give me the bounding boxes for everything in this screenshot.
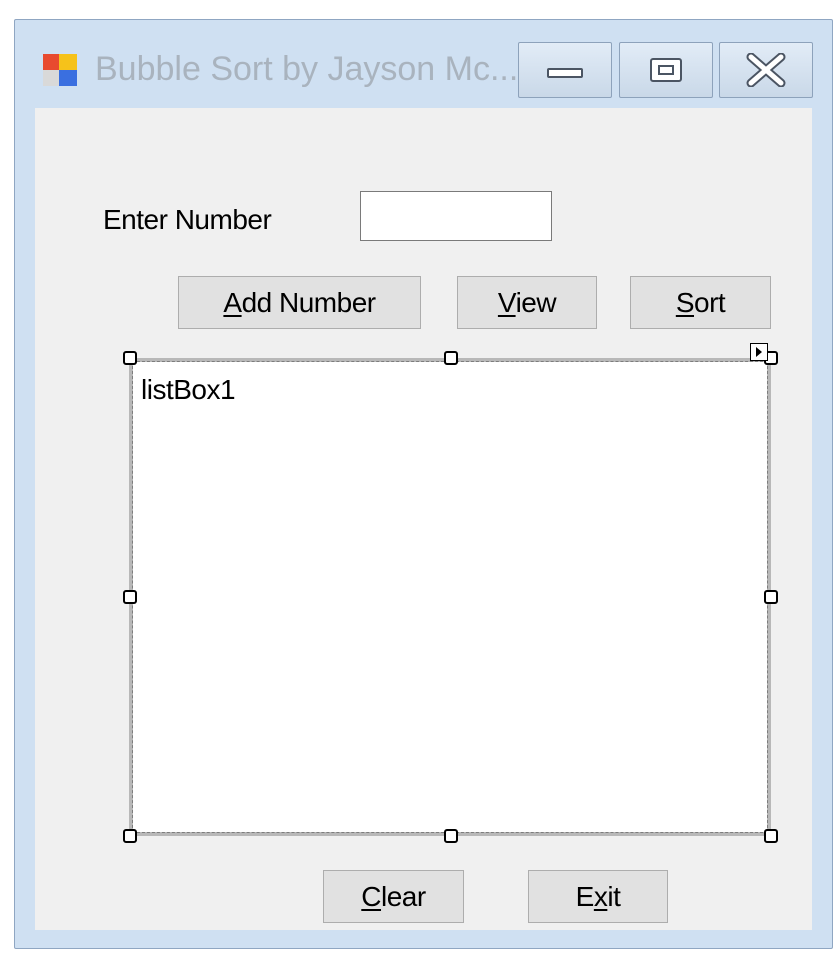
sort-accelerator: S xyxy=(675,286,695,318)
minimize-icon xyxy=(547,68,583,78)
smart-tag-button[interactable] xyxy=(750,343,768,361)
exit-button[interactable]: Exit xyxy=(528,870,668,923)
resize-handle-bottom-left[interactable] xyxy=(123,829,137,843)
add-label-rest: dd Number xyxy=(241,286,377,318)
title-bar[interactable]: Bubble Sort by Jayson Mc... xyxy=(15,20,832,108)
close-button[interactable] xyxy=(719,42,813,98)
clear-label-rest: lear xyxy=(381,880,426,912)
clear-accelerator: C xyxy=(361,880,382,912)
close-icon xyxy=(746,53,786,87)
view-label-rest: iew xyxy=(515,286,557,318)
listbox-name-text: listBox1 xyxy=(141,374,236,405)
app-form-icon xyxy=(43,54,77,86)
view-accelerator: V xyxy=(497,286,516,318)
application-window: Bubble Sort by Jayson Mc... Enter Number… xyxy=(14,19,833,949)
resize-handle-middle-left[interactable] xyxy=(123,590,137,604)
maximize-icon xyxy=(650,58,682,82)
add-accelerator: A xyxy=(223,286,242,318)
exit-label-start: E xyxy=(575,880,595,912)
add-number-button[interactable]: Add Number xyxy=(178,276,421,329)
enter-number-label: Enter Number xyxy=(103,204,272,235)
resize-handle-top-middle[interactable] xyxy=(444,351,458,365)
minimize-button[interactable] xyxy=(518,42,612,98)
maximize-button[interactable] xyxy=(619,42,713,98)
exit-label-rest: it xyxy=(607,880,621,912)
sort-button[interactable]: Sort xyxy=(630,276,771,329)
resize-handle-bottom-middle[interactable] xyxy=(444,829,458,843)
view-button[interactable]: View xyxy=(457,276,597,329)
resize-handle-top-left[interactable] xyxy=(123,351,137,365)
form-client-area: Enter Number Add Number View Sort listBo… xyxy=(35,108,812,930)
clear-button[interactable]: Clear xyxy=(323,870,464,923)
exit-accelerator: x xyxy=(593,880,608,912)
number-input[interactable] xyxy=(360,191,552,241)
resize-handle-bottom-right[interactable] xyxy=(764,829,778,843)
sort-label-rest: ort xyxy=(694,286,726,318)
resize-handle-middle-right[interactable] xyxy=(764,590,778,604)
window-title: Bubble Sort by Jayson Mc... xyxy=(95,50,519,88)
number-listbox[interactable]: listBox1 xyxy=(129,358,771,836)
smart-tag-arrow-icon xyxy=(756,347,762,357)
